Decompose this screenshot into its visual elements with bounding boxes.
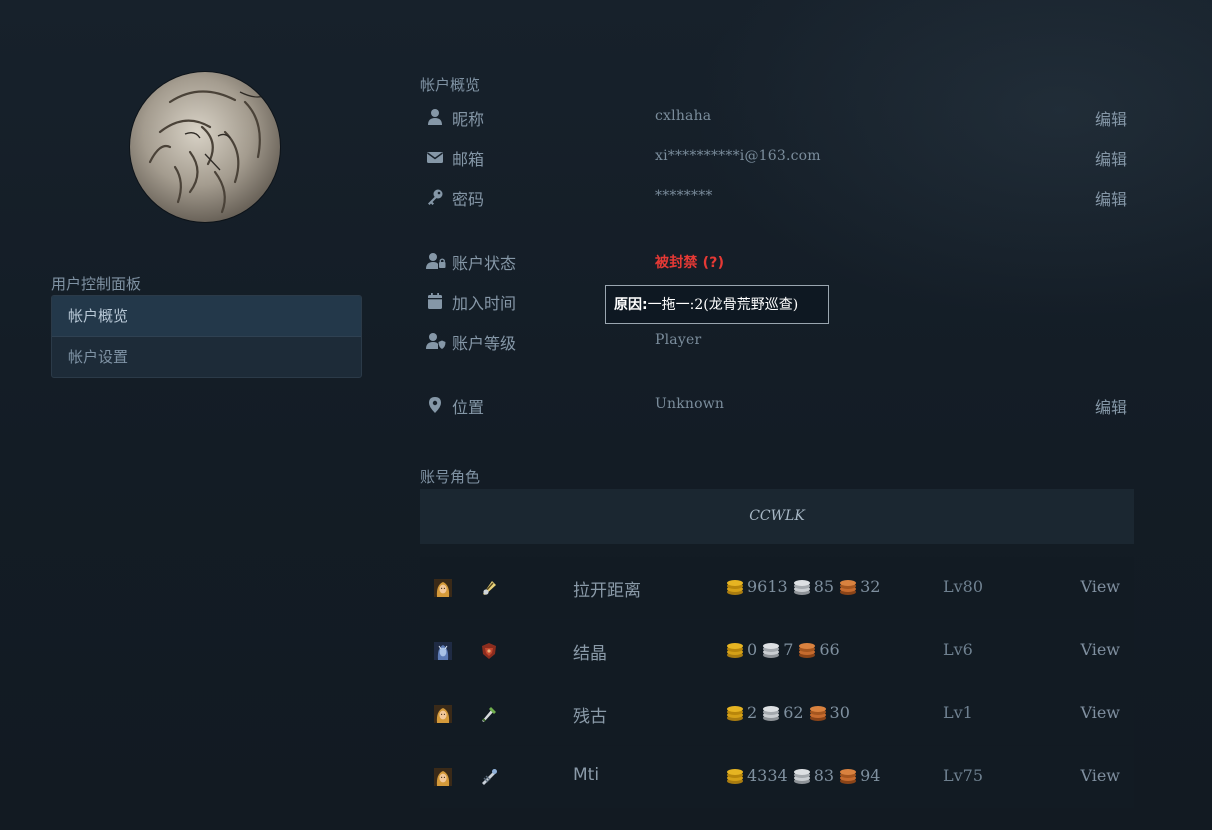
human-female-race-icon xyxy=(434,705,452,723)
copper-coin-icon xyxy=(797,641,817,659)
silver-amount: 62 xyxy=(783,703,804,722)
panel-heading: 用户控制面板 xyxy=(51,275,142,293)
silver-coin-icon xyxy=(792,578,812,596)
character-level: Lv1 xyxy=(943,703,973,722)
location-value: Unknown xyxy=(655,396,725,412)
gold-coin-icon xyxy=(725,704,745,722)
character-name: 结晶 xyxy=(573,644,607,664)
gold-amount: 9613 xyxy=(747,577,788,596)
gold-amount: 0 xyxy=(747,640,758,659)
view-character-link[interactable]: View xyxy=(1080,640,1120,659)
avatar xyxy=(130,72,280,222)
password-label: 密码 xyxy=(452,190,485,209)
characters-title: 账号角色 xyxy=(420,468,481,486)
join-date-label: 加入时间 xyxy=(452,294,517,313)
copper-amount: 30 xyxy=(829,703,850,722)
realm-header: CCWLK xyxy=(420,489,1134,544)
copper-coin-icon xyxy=(838,767,858,785)
view-character-link[interactable]: View xyxy=(1080,703,1120,722)
account-rank-row: 账户等级 Player xyxy=(420,326,1130,356)
menu-item-account-settings[interactable]: 帐户设置 xyxy=(52,337,361,377)
gold-amount: 2 xyxy=(747,703,758,722)
account-status-row: 账户状态 被封禁 (?) xyxy=(420,246,1130,276)
silver-coin-icon xyxy=(761,704,781,722)
character-money: 4334 83 94 xyxy=(725,766,884,785)
user-shield-icon xyxy=(426,332,446,350)
silver-coin-icon xyxy=(761,641,781,659)
character-name: 拉开距离 xyxy=(573,581,641,601)
character-money: 9613 85 32 xyxy=(725,577,884,596)
envelope-icon xyxy=(426,148,444,166)
character-row: 拉开距离 9613 85 32 Lv80 View xyxy=(420,557,1134,619)
character-level: Lv80 xyxy=(943,577,984,596)
character-row: 残古 2 62 30 Lv1 View xyxy=(420,683,1134,745)
edit-nickname-link[interactable]: 编辑 xyxy=(1095,106,1127,130)
edit-email-link[interactable]: 编辑 xyxy=(1095,146,1127,170)
hunter-class-icon xyxy=(480,579,498,597)
copper-coin-icon xyxy=(838,578,858,596)
human-female-race-icon xyxy=(434,768,452,786)
silver-amount: 83 xyxy=(813,766,835,785)
human-female-race-icon xyxy=(434,579,452,597)
character-level: Lv75 xyxy=(943,766,984,785)
account-rank-value: Player xyxy=(655,332,702,348)
user-icon xyxy=(426,108,444,126)
account-status-label: 账户状态 xyxy=(452,254,517,273)
nickname-value: cxlhaha xyxy=(655,108,712,124)
location-label: 位置 xyxy=(452,398,485,417)
character-name: Mti xyxy=(573,765,600,785)
email-row: 邮箱 xi**********i@163.com 编辑 xyxy=(420,142,1130,172)
character-level: Lv6 xyxy=(943,640,973,659)
password-row: 密码 ******** 编辑 xyxy=(420,182,1130,212)
control-panel-menu: 帐户概览 帐户设置 xyxy=(51,295,362,378)
character-row: Mti 4334 83 94 Lv75 View xyxy=(420,746,1134,808)
email-value: xi**********i@163.com xyxy=(655,148,821,164)
draenei-race-icon xyxy=(434,642,452,660)
character-name: 残古 xyxy=(573,707,607,727)
character-money: 2 62 30 xyxy=(725,703,854,722)
gold-coin-icon xyxy=(725,767,745,785)
map-marker-icon xyxy=(426,396,444,414)
user-lock-icon xyxy=(426,252,446,270)
gold-amount: 4334 xyxy=(747,766,788,785)
mage-class-icon xyxy=(480,768,498,786)
edit-password-link[interactable]: 编辑 xyxy=(1095,186,1127,210)
character-money: 0 7 66 xyxy=(725,640,844,659)
account-rank-label: 账户等级 xyxy=(452,334,517,353)
overview-title: 帐户概览 xyxy=(420,76,481,94)
account-status-value[interactable]: 被封禁 (?) xyxy=(655,252,724,272)
gold-coin-icon xyxy=(725,641,745,659)
copper-amount: 66 xyxy=(819,640,840,659)
tooltip-text: 一拖一:2(龙骨荒野巡查) xyxy=(647,297,799,313)
key-icon xyxy=(426,188,444,206)
ban-reason-tooltip: 原因:一拖一:2(龙骨荒野巡查) xyxy=(605,285,829,324)
copper-coin-icon xyxy=(808,704,828,722)
password-value: ******** xyxy=(655,188,713,204)
menu-item-account-overview[interactable]: 帐户概览 xyxy=(52,296,361,337)
character-row: 结晶 0 7 66 Lv6 View xyxy=(420,620,1134,682)
calendar-icon xyxy=(426,292,444,310)
silver-amount: 85 xyxy=(813,577,835,596)
warrior-class-icon xyxy=(480,642,498,660)
copper-amount: 32 xyxy=(860,577,881,596)
nickname-label: 昵称 xyxy=(452,110,485,129)
copper-amount: 94 xyxy=(860,766,881,785)
tooltip-key: 原因: xyxy=(614,297,648,313)
silver-amount: 7 xyxy=(783,640,794,659)
gold-coin-icon xyxy=(725,578,745,596)
view-character-link[interactable]: View xyxy=(1080,766,1120,785)
silver-coin-icon xyxy=(792,767,812,785)
view-character-link[interactable]: View xyxy=(1080,577,1120,596)
email-label: 邮箱 xyxy=(452,150,485,169)
location-row: 位置 Unknown 编辑 xyxy=(420,390,1130,420)
nickname-row: 昵称 cxlhaha 编辑 xyxy=(420,102,1130,132)
rogue-class-icon xyxy=(480,705,498,723)
edit-location-link[interactable]: 编辑 xyxy=(1095,394,1127,418)
